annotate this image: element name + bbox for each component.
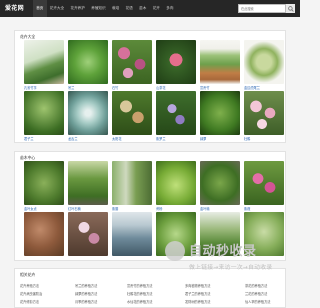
plant-thumbnail[interactable] — [112, 40, 152, 84]
plant-name-link[interactable]: 山茶花 — [156, 85, 166, 90]
plant-name-link[interactable]: 龙舌兰 — [68, 136, 78, 141]
plant-name-link[interactable]: 石竹 — [112, 85, 118, 90]
plant-thumbnail[interactable] — [24, 161, 64, 205]
plant-thumbnail[interactable] — [156, 161, 196, 205]
watermark-subtitle: 做上链接→来访一次→自动收录 — [189, 265, 273, 271]
plant-thumbnail[interactable] — [24, 40, 64, 84]
related-link[interactable]: 花卉养殖方法 — [20, 283, 39, 288]
related-link[interactable]: 君子兰的养殖方法 — [185, 291, 211, 296]
related-link[interactable]: 花卉病虫害防治 — [20, 291, 42, 296]
site-logo[interactable]: 爱花网 — [5, 3, 24, 12]
section-title: 相关花卉 — [20, 272, 36, 277]
watermark-overlay: 自动秒收录 做上链接→来访一次→自动收录 — [165, 240, 295, 280]
plant-thumbnail[interactable] — [68, 161, 108, 205]
top-navigation-bar: 爱花网 首页 花卉大全 花卉养护 养殖知识 栽培 花语 苗木 花卉 多肉 — [0, 0, 300, 17]
plant-name-link[interactable]: 富贵竹 — [200, 85, 210, 90]
plant-thumbnail[interactable] — [112, 212, 152, 256]
plant-name-link[interactable]: 紫藤 — [112, 206, 118, 211]
plant-name-link[interactable]: 吊兰 — [68, 85, 74, 90]
nav-item[interactable]: 多肉 — [163, 0, 177, 17]
plant-thumbnail[interactable] — [200, 91, 240, 135]
plant-name-link[interactable]: 金叶女贞 — [24, 206, 37, 211]
plant-name-link[interactable]: 太阳花 — [112, 136, 122, 141]
plant-name-link[interactable]: 金叶榆 — [200, 206, 210, 211]
plant-thumbnail[interactable] — [200, 161, 240, 205]
plant-thumbnail[interactable] — [68, 40, 108, 84]
main-nav: 首页 花卉大全 花卉养护 养殖知识 栽培 花语 苗木 花卉 多肉 — [33, 0, 177, 17]
related-link[interactable]: 多肉植物养殖方法 — [185, 283, 211, 288]
plant-name-link[interactable]: 孔雀竹芋 — [24, 85, 37, 90]
watermark-title: 自动秒收录 — [189, 244, 257, 259]
plant-name-link[interactable]: 君子兰 — [24, 136, 34, 141]
section-flower-catalog: 花卉大全 孔雀竹芋 吊兰 石竹 山茶花 富贵竹 金边虎尾兰 君子兰 龙舌兰 太阳… — [14, 30, 286, 143]
related-link[interactable]: 兰花的养殖方法 — [245, 291, 267, 296]
plant-name-link[interactable]: 紫罗兰 — [156, 136, 166, 141]
plant-thumbnail[interactable] — [200, 40, 240, 84]
watermark-logo-icon — [165, 241, 185, 261]
plant-thumbnail[interactable] — [112, 161, 152, 205]
related-link[interactable]: 杜鹃花的养殖方法 — [127, 291, 153, 296]
related-link[interactable]: 绿萝的养殖方法 — [75, 291, 97, 296]
plant-thumbnail[interactable] — [24, 91, 64, 135]
nav-item[interactable]: 花卉大全 — [47, 0, 68, 17]
plant-name-link[interactable]: 红叶石楠 — [68, 206, 81, 211]
related-link[interactable]: 茶花的养殖方法 — [245, 283, 267, 288]
nav-item[interactable]: 花卉 — [150, 0, 164, 17]
plant-name-link[interactable]: 金边虎尾兰 — [244, 85, 260, 90]
nav-item-home[interactable]: 首页 — [33, 0, 47, 17]
plant-name-link[interactable]: 杜鹃 — [244, 136, 250, 141]
plant-thumbnail[interactable] — [68, 91, 108, 135]
plant-name-link[interactable]: 绿萝 — [200, 136, 206, 141]
plant-thumbnail[interactable] — [24, 212, 64, 256]
plant-name-link[interactable]: 黄杨 — [156, 206, 162, 211]
plant-thumbnail[interactable] — [244, 40, 284, 84]
related-link[interactable]: 富贵竹的养殖方法 — [127, 283, 153, 288]
plant-thumbnail[interactable] — [112, 91, 152, 135]
nav-item[interactable]: 苗木 — [136, 0, 150, 17]
plant-thumbnail[interactable] — [156, 40, 196, 84]
search-icon — [287, 5, 294, 12]
search-input[interactable] — [238, 4, 286, 13]
plant-thumbnail[interactable] — [156, 91, 196, 135]
nav-item[interactable]: 养殖知识 — [88, 0, 109, 17]
plant-name-link[interactable]: 紫薇 — [244, 206, 250, 211]
plant-thumbnail[interactable] — [68, 212, 108, 256]
nav-item[interactable]: 花语 — [122, 0, 136, 17]
plant-thumbnail[interactable] — [244, 91, 284, 135]
plant-thumbnail[interactable] — [244, 161, 284, 205]
nav-item[interactable]: 花卉养护 — [67, 0, 88, 17]
nav-item[interactable]: 栽培 — [109, 0, 123, 17]
related-link[interactable]: 吊兰的养殖方法 — [75, 283, 97, 288]
search-button[interactable] — [286, 4, 295, 13]
